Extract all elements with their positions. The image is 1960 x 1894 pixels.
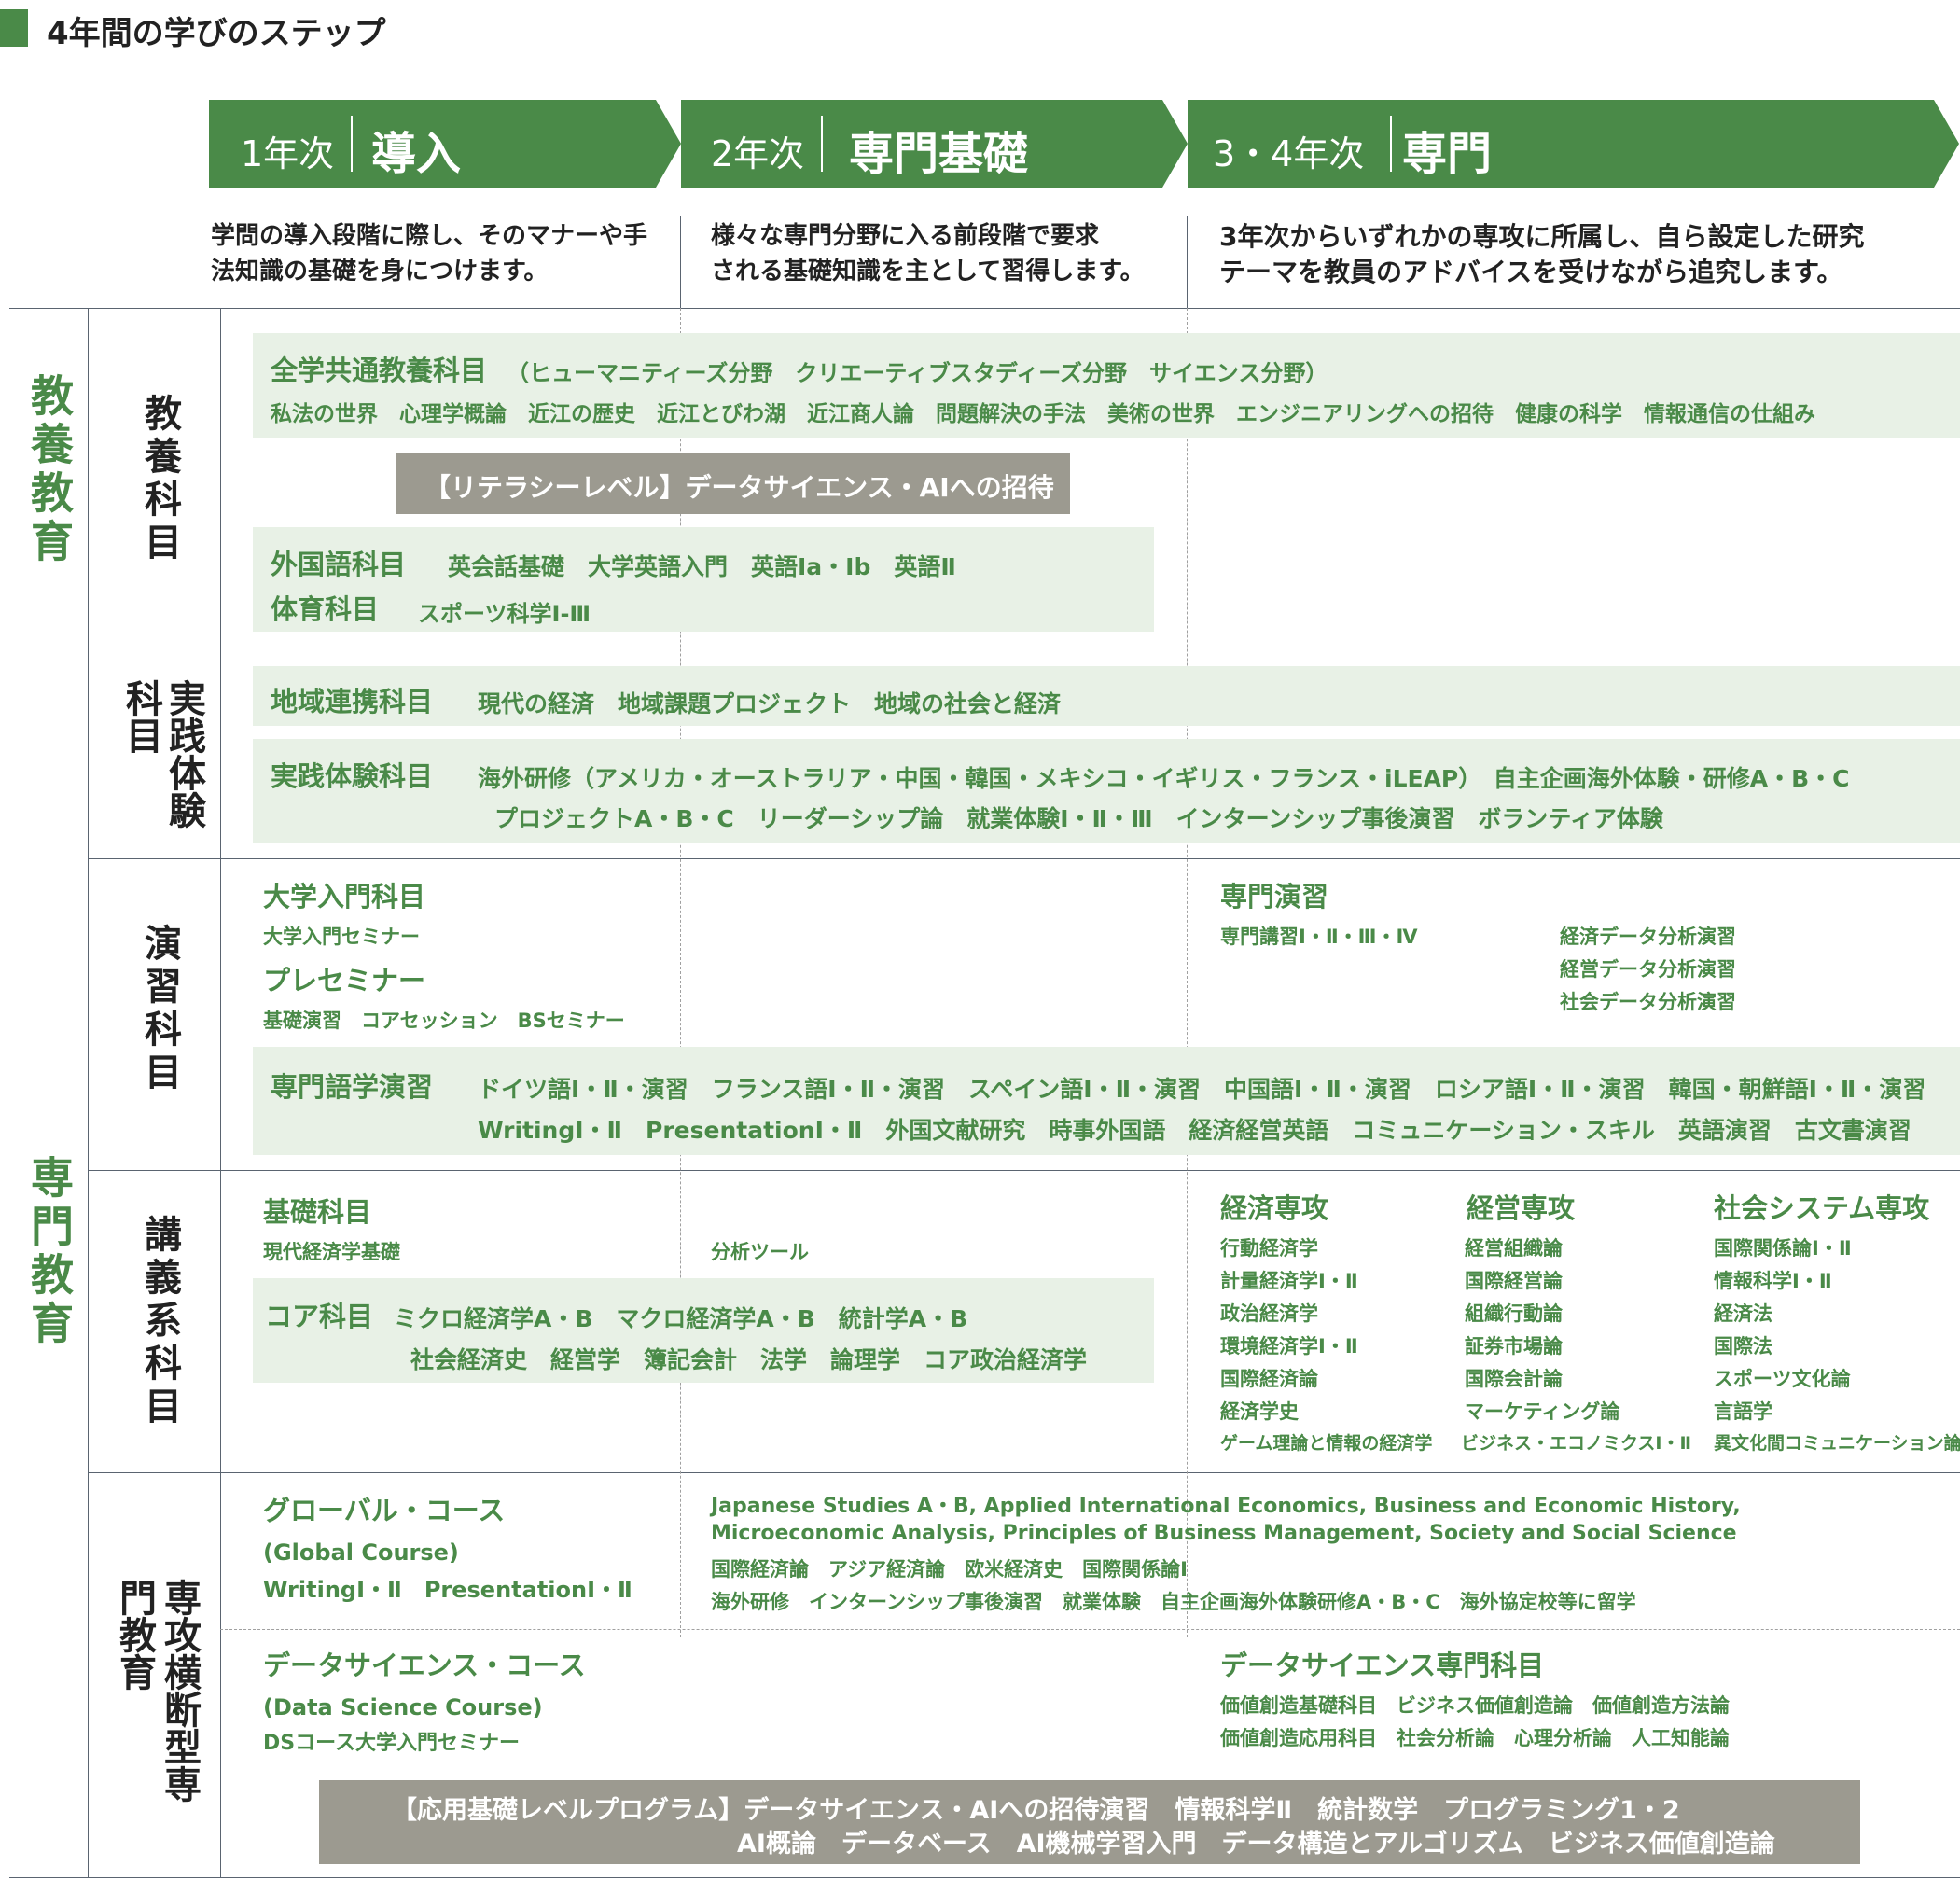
bunseki-tool: 分析ツール [711, 1241, 809, 1263]
shakai-item: 経済法 [1714, 1302, 1772, 1325]
step-2-desc-1: 様々な専門分野に入る前段階で要求 [711, 222, 1100, 250]
keiei-item: 経営組織論 [1465, 1237, 1563, 1260]
label-kyoyo-kyoiku: 教養教育 [24, 373, 75, 567]
keizai-item: 計量経済学Ⅰ・Ⅱ [1220, 1270, 1358, 1292]
shakai-item: スポーツ文化論 [1714, 1368, 1851, 1390]
step-3-name: 専門 [1402, 128, 1493, 180]
section-kogi: 講義系科目 [138, 1215, 181, 1429]
shakai-item: 情報科学Ⅰ・Ⅱ [1714, 1270, 1832, 1292]
jissen-items-2: プロジェクトA・B・C リーダーシップ論 就業体験Ⅰ・Ⅱ・Ⅲ インターンシップ事… [494, 805, 1663, 832]
keiei-item: 組織行動論 [1465, 1302, 1563, 1325]
step-1-desc-2: 法知識の基礎を身につけます。 [211, 258, 549, 285]
gaikokugo-title: 外国語科目 [271, 549, 407, 580]
keizai-item: 行動経済学 [1220, 1237, 1318, 1260]
global-right-3: 国際経済論 アジア経済論 欧米経済史 国際関係論Ⅰ [711, 1558, 1188, 1581]
oyo-kiso-line-1: 【応用基礎レベルプログラム】データサイエンス・AIへの招待演習 情報科学Ⅱ 統計… [392, 1796, 1680, 1825]
shakai-item: 国際法 [1714, 1335, 1772, 1358]
jissen-title: 実践体験科目 [271, 760, 434, 792]
taiiku-items: スポーツ科学Ⅰ-Ⅲ [418, 601, 591, 627]
ds-item: DSコース大学入門セミナー [263, 1732, 521, 1755]
core-items-1: ミクロ経済学A・B マクロ経済学A・B 統計学A・B [394, 1305, 968, 1332]
step-2-year: 2年次 [711, 133, 805, 174]
step-2-name: 専門基礎 [849, 128, 1029, 180]
gogaku-items-2: WritingⅠ・Ⅱ PresentationⅠ・Ⅱ 外国文献研究 時事外国語 … [478, 1117, 1911, 1144]
gogaku-title: 専門語学演習 [271, 1071, 434, 1103]
keiei-item: 証券市場論 [1465, 1335, 1563, 1358]
global-right-4: 海外研修 インターンシップ事後演習 就業体験 自主企画海外体験研修A・B・C 海… [711, 1591, 1636, 1613]
keizai-item: 環境経済学Ⅰ・Ⅱ [1220, 1335, 1358, 1358]
global-right-1: Japanese Studies A・B, Applied Internatio… [711, 1495, 1741, 1518]
keizai-item: 国際経済論 [1220, 1368, 1318, 1390]
ds-senmon-2: 価値創造応用科目 社会分析論 心理分析論 人工知能論 [1220, 1727, 1730, 1749]
presemi-items: 基礎演習 コアセッション BSセミナー [263, 1010, 625, 1032]
data-enshu-2: 経営データ分析演習 [1560, 958, 1736, 981]
taiiku-title: 体育科目 [271, 593, 380, 625]
presemi-title: プレセミナー [263, 965, 426, 996]
gogaku-items-1: ドイツ語Ⅰ・Ⅱ・演習 フランス語Ⅰ・Ⅱ・演習 スペイン語Ⅰ・Ⅱ・演習 中国語Ⅰ・… [478, 1076, 1926, 1103]
global-en: (Global Course) [263, 1539, 459, 1566]
global-right-2: Microeconomic Analysis, Principles of Bu… [711, 1522, 1737, 1545]
step-1-desc-1: 学問の導入段階に際し、そのマナーや手 [211, 222, 648, 250]
keizai-item: ゲーム理論と情報の経済学 [1220, 1433, 1433, 1454]
major-keizai-title: 経済専攻 [1220, 1192, 1329, 1224]
senmon-enshu-title: 専門演習 [1220, 881, 1329, 912]
step-1-year: 1年次 [241, 133, 335, 174]
shakai-item: 言語学 [1714, 1400, 1772, 1423]
label-senmon-kyoiku: 専門教育 [24, 1155, 75, 1349]
step-1-name: 導入 [371, 128, 462, 180]
keiei-item: 国際会計論 [1465, 1368, 1563, 1390]
oyo-kiso-line-2: AI概論 データベース AI機械学習入門 データ構造とアルゴリズム ビジネス価値… [737, 1830, 1775, 1859]
global-items: WritingⅠ・Ⅱ PresentationⅠ・Ⅱ [263, 1577, 632, 1603]
keiei-item: マーケティング論 [1465, 1400, 1620, 1423]
kiso-item: 現代経済学基礎 [263, 1241, 400, 1263]
major-shakai-title: 社会システム専攻 [1714, 1192, 1930, 1224]
step-2-desc-2: される基礎知識を主として習得します。 [711, 258, 1145, 285]
keiei-item: 国際経営論 [1465, 1270, 1563, 1292]
daigaku-title: 大学入門科目 [263, 881, 426, 912]
shakai-item: 国際関係論Ⅰ・Ⅱ [1714, 1237, 1852, 1260]
global-title: グローバル・コース [263, 1495, 506, 1526]
ds-en: (Data Science Course) [263, 1694, 543, 1720]
section-kyoyo-kamoku: 教養科目 [138, 394, 181, 565]
keizai-item: 政治経済学 [1220, 1302, 1318, 1325]
daigaku-item: 大学入門セミナー [263, 926, 420, 948]
ds-senmon-title: データサイエンス専門科目 [1220, 1650, 1545, 1681]
jissen-items-1: 海外研修（アメリカ・オーストラリア・中国・韓国・メキシコ・イギリス・フランス・i… [478, 765, 1850, 792]
ds-senmon-1: 価値創造基礎科目 ビジネス価値創造論 価値創造方法論 [1220, 1694, 1730, 1717]
step-3-year: 3・4年次 [1213, 133, 1365, 174]
core-title: コア科目 [265, 1301, 374, 1332]
literacy-label: 【リテラシーレベル】データサイエンス・AIへの招待 [424, 472, 1054, 503]
gaikokugo-items: 英会話基礎 大学英語入門 英語Ⅰa・Ⅰb 英語Ⅱ [448, 553, 956, 580]
step-3-desc-2: テーマを教員のアドバイスを受けながら追究します。 [1219, 257, 1843, 287]
senmon-enshu-item: 専門講習Ⅰ・Ⅱ・Ⅲ・Ⅳ [1220, 926, 1418, 948]
zengaku-title: 全学共通教養科目 [271, 355, 488, 386]
chiiki-items: 現代の経済 地域課題プロジェクト 地域の社会と経済 [478, 690, 1062, 717]
section-jissen: 実践体験科目 [119, 679, 205, 829]
section-enshu: 演習科目 [138, 924, 181, 1095]
data-enshu-1: 経済データ分析演習 [1560, 926, 1736, 948]
shakai-item: 異文化間コミュニケーション論 [1714, 1433, 1960, 1454]
section-senmon-oudan: 専攻横断型専門教育 [113, 1579, 201, 1803]
data-enshu-3: 社会データ分析演習 [1560, 991, 1736, 1013]
keiei-item: ビジネス・エコノミクスⅠ・Ⅱ [1461, 1433, 1692, 1454]
keizai-item: 経済学史 [1220, 1400, 1299, 1423]
chiiki-title: 地域連携科目 [271, 686, 434, 717]
kiso-title: 基礎科目 [263, 1196, 372, 1228]
ds-title: データサイエンス・コース [263, 1650, 586, 1681]
major-keiei-title: 経営専攻 [1467, 1192, 1576, 1224]
zengaku-fields: （ヒューマニティーズ分野 クリエーティブスタディーズ分野 サイエンス分野） [507, 360, 1328, 386]
step-3-desc-1: 3年次からいずれかの専攻に所属し、自ら設定した研究 [1219, 221, 1865, 252]
core-items-2: 社会経済史 経営学 簿記会計 法学 論理学 コア政治経済学 [410, 1346, 1088, 1373]
zengaku-items: 私法の世界 心理学概論 近江の歴史 近江とびわ湖 近江商人論 問題解決の手法 美… [271, 402, 1815, 426]
